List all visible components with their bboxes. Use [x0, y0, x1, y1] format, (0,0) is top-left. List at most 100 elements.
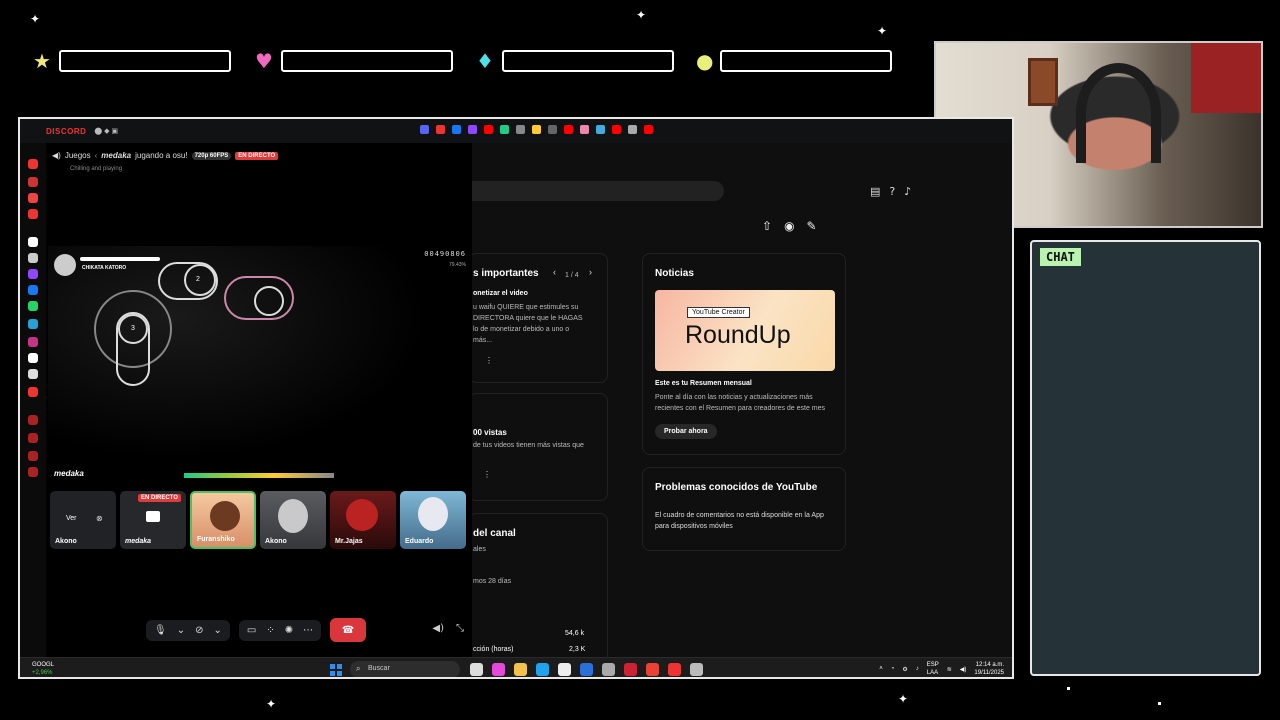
windows-start-icon[interactable]	[330, 664, 342, 676]
browser-tabs[interactable]	[420, 125, 653, 134]
chevron-up-icon[interactable]: ˄	[879, 666, 883, 672]
avatar	[418, 497, 448, 531]
more-icon[interactable]: ⋮	[483, 470, 491, 479]
banner-word: RoundUp	[685, 321, 791, 349]
bell-icon[interactable]: ♪	[904, 185, 911, 198]
server-icon[interactable]	[28, 301, 38, 311]
task-view-icon[interactable]	[470, 663, 483, 676]
chrome-icon[interactable]	[646, 663, 659, 676]
search-bar[interactable]	[472, 181, 724, 201]
disconnect-button[interactable]: ☎	[330, 618, 367, 642]
problems-title: Problemas conocidos de YouTube	[655, 482, 818, 493]
obs-icon[interactable]	[624, 663, 637, 676]
volume-icon[interactable]: ◀)	[52, 151, 61, 160]
prev-icon[interactable]: ‹	[553, 267, 556, 277]
tray-icon[interactable]: ⚙	[902, 666, 907, 673]
server-icon[interactable]	[28, 253, 38, 263]
server-icon[interactable]	[28, 415, 38, 425]
server-icon[interactable]	[28, 451, 38, 461]
participant-tile[interactable]: Mr.Jajas	[330, 491, 396, 549]
server-icon[interactable]	[28, 237, 38, 247]
live-icon[interactable]: ◉	[784, 219, 794, 233]
more-icon[interactable]: ⋮	[485, 356, 493, 365]
server-icon[interactable]	[28, 467, 38, 477]
stat-value: 54,6 k	[565, 630, 585, 637]
server-icon[interactable]	[28, 177, 38, 187]
create-post-icon[interactable]: ✎	[807, 219, 817, 233]
try-now-button[interactable]: Probar ahora	[655, 424, 717, 439]
file-explorer-icon[interactable]	[514, 663, 527, 676]
activities-icon[interactable]: ⁘	[266, 625, 274, 636]
mic-icon[interactable]: 🎙	[154, 625, 167, 636]
taskbar-search[interactable]: ⌕ Buscar	[350, 661, 460, 677]
share-screen-icon[interactable]: ▭	[247, 625, 256, 636]
participant-tile[interactable]: Furanshiko	[190, 491, 256, 549]
views-title: 00 vistas	[473, 428, 507, 437]
server-icon[interactable]	[28, 337, 38, 347]
next-icon[interactable]: ›	[589, 267, 592, 277]
screen-capture: DISCORD ⬤ ◆ ▣ ▤ ? ♪ ⇧ ◉ ✎ s importantes …	[18, 117, 1014, 679]
soundboard-icon[interactable]: ✺	[285, 625, 293, 636]
server-icon[interactable]	[28, 209, 38, 219]
view-button[interactable]: Ver	[66, 515, 77, 522]
date: 19/11/2025	[974, 670, 1004, 676]
circle-number: 3	[131, 325, 135, 332]
sparkle-icon: ✦	[266, 697, 277, 711]
server-icon[interactable]	[28, 319, 38, 329]
participant-tile[interactable]: Akono	[260, 491, 326, 549]
osu-gameplay: CHIKATA KATORO 00490806 79.43% 2 3 medak…	[48, 246, 470, 484]
app-icon[interactable]	[668, 663, 681, 676]
health-bar	[80, 257, 160, 261]
search-label: Buscar	[368, 665, 390, 672]
stat-label: cción (horas)	[473, 646, 514, 653]
server-icon[interactable]	[28, 285, 38, 295]
server-icon[interactable]	[28, 159, 38, 169]
more-icon[interactable]: ⋯	[303, 625, 313, 636]
fullscreen-icon[interactable]: ⤡	[456, 623, 464, 634]
channel-period: mos 28 días	[473, 578, 512, 585]
chevron-down-icon[interactable]: ⌄	[177, 625, 185, 636]
coin-icon: ●	[696, 49, 714, 73]
system-tray: ˄ ◔ ⚙ ♪ ESP LAA ≋ ◀) 12:14 a.m. 19/11/202…	[879, 661, 1004, 677]
discord-titlebar: DISCORD ⬤ ◆ ▣	[20, 119, 1012, 143]
app-icon[interactable]	[690, 663, 703, 676]
channel-name[interactable]: Juegos	[65, 151, 91, 160]
participant-tile[interactable]: Eduardo	[400, 491, 466, 549]
views-card: 00 vistas de tus videos tienen más vista…	[468, 393, 608, 501]
participant-tile[interactable]: EN DIRECTO medaka	[120, 491, 186, 549]
time: 12:14 a.m.	[975, 662, 1004, 668]
copilot-icon[interactable]	[492, 663, 505, 676]
roundup-banner[interactable]: YouTube Creator RoundUp	[655, 290, 835, 371]
popout-icon[interactable]: ⊗	[96, 514, 103, 523]
server-icon[interactable]	[28, 269, 38, 279]
stock-widget[interactable]: GOOGL +2,96%	[32, 661, 54, 677]
app-icon[interactable]	[602, 663, 615, 676]
server-icon[interactable]	[28, 353, 38, 363]
language-indicator[interactable]: ESP LAA	[927, 661, 939, 677]
server-icon[interactable]	[28, 369, 38, 379]
streamer-name: medaka	[101, 151, 132, 160]
wifi-icon[interactable]: ≋	[947, 666, 952, 673]
speaker-icon[interactable]: ◀)	[960, 666, 967, 673]
avatar	[210, 501, 240, 531]
clock[interactable]: 12:14 a.m. 19/11/2025	[974, 661, 1004, 677]
store-icon[interactable]	[558, 663, 571, 676]
volume-icon[interactable]: ◀)	[432, 623, 444, 634]
server-icon[interactable]	[28, 387, 38, 397]
help-icon[interactable]: ?	[889, 185, 895, 198]
word-icon[interactable]	[580, 663, 593, 676]
camera-off-icon[interactable]: ⊘	[195, 625, 203, 636]
tray-icon[interactable]: ◔	[891, 666, 895, 672]
discord-stream-window: ◀) Juegos ‹ medaka jugando a osu! 720p 6…	[20, 143, 472, 657]
upload-icon[interactable]: ⇧	[762, 219, 772, 233]
feedback-icon[interactable]: ▤	[870, 185, 880, 198]
server-icon[interactable]	[28, 193, 38, 203]
participant-tile[interactable]: Ver ⊗ Akono	[50, 491, 116, 549]
edge-icon[interactable]	[536, 663, 549, 676]
sparkle-icon: ✦	[636, 8, 647, 22]
mic-icon[interactable]: ♪	[916, 666, 919, 672]
chevron-down-icon[interactable]: ⌄	[213, 625, 221, 636]
server-icon[interactable]	[28, 433, 38, 443]
important-item-title: onetizar el video	[473, 290, 528, 297]
overlay-bar	[281, 50, 453, 72]
